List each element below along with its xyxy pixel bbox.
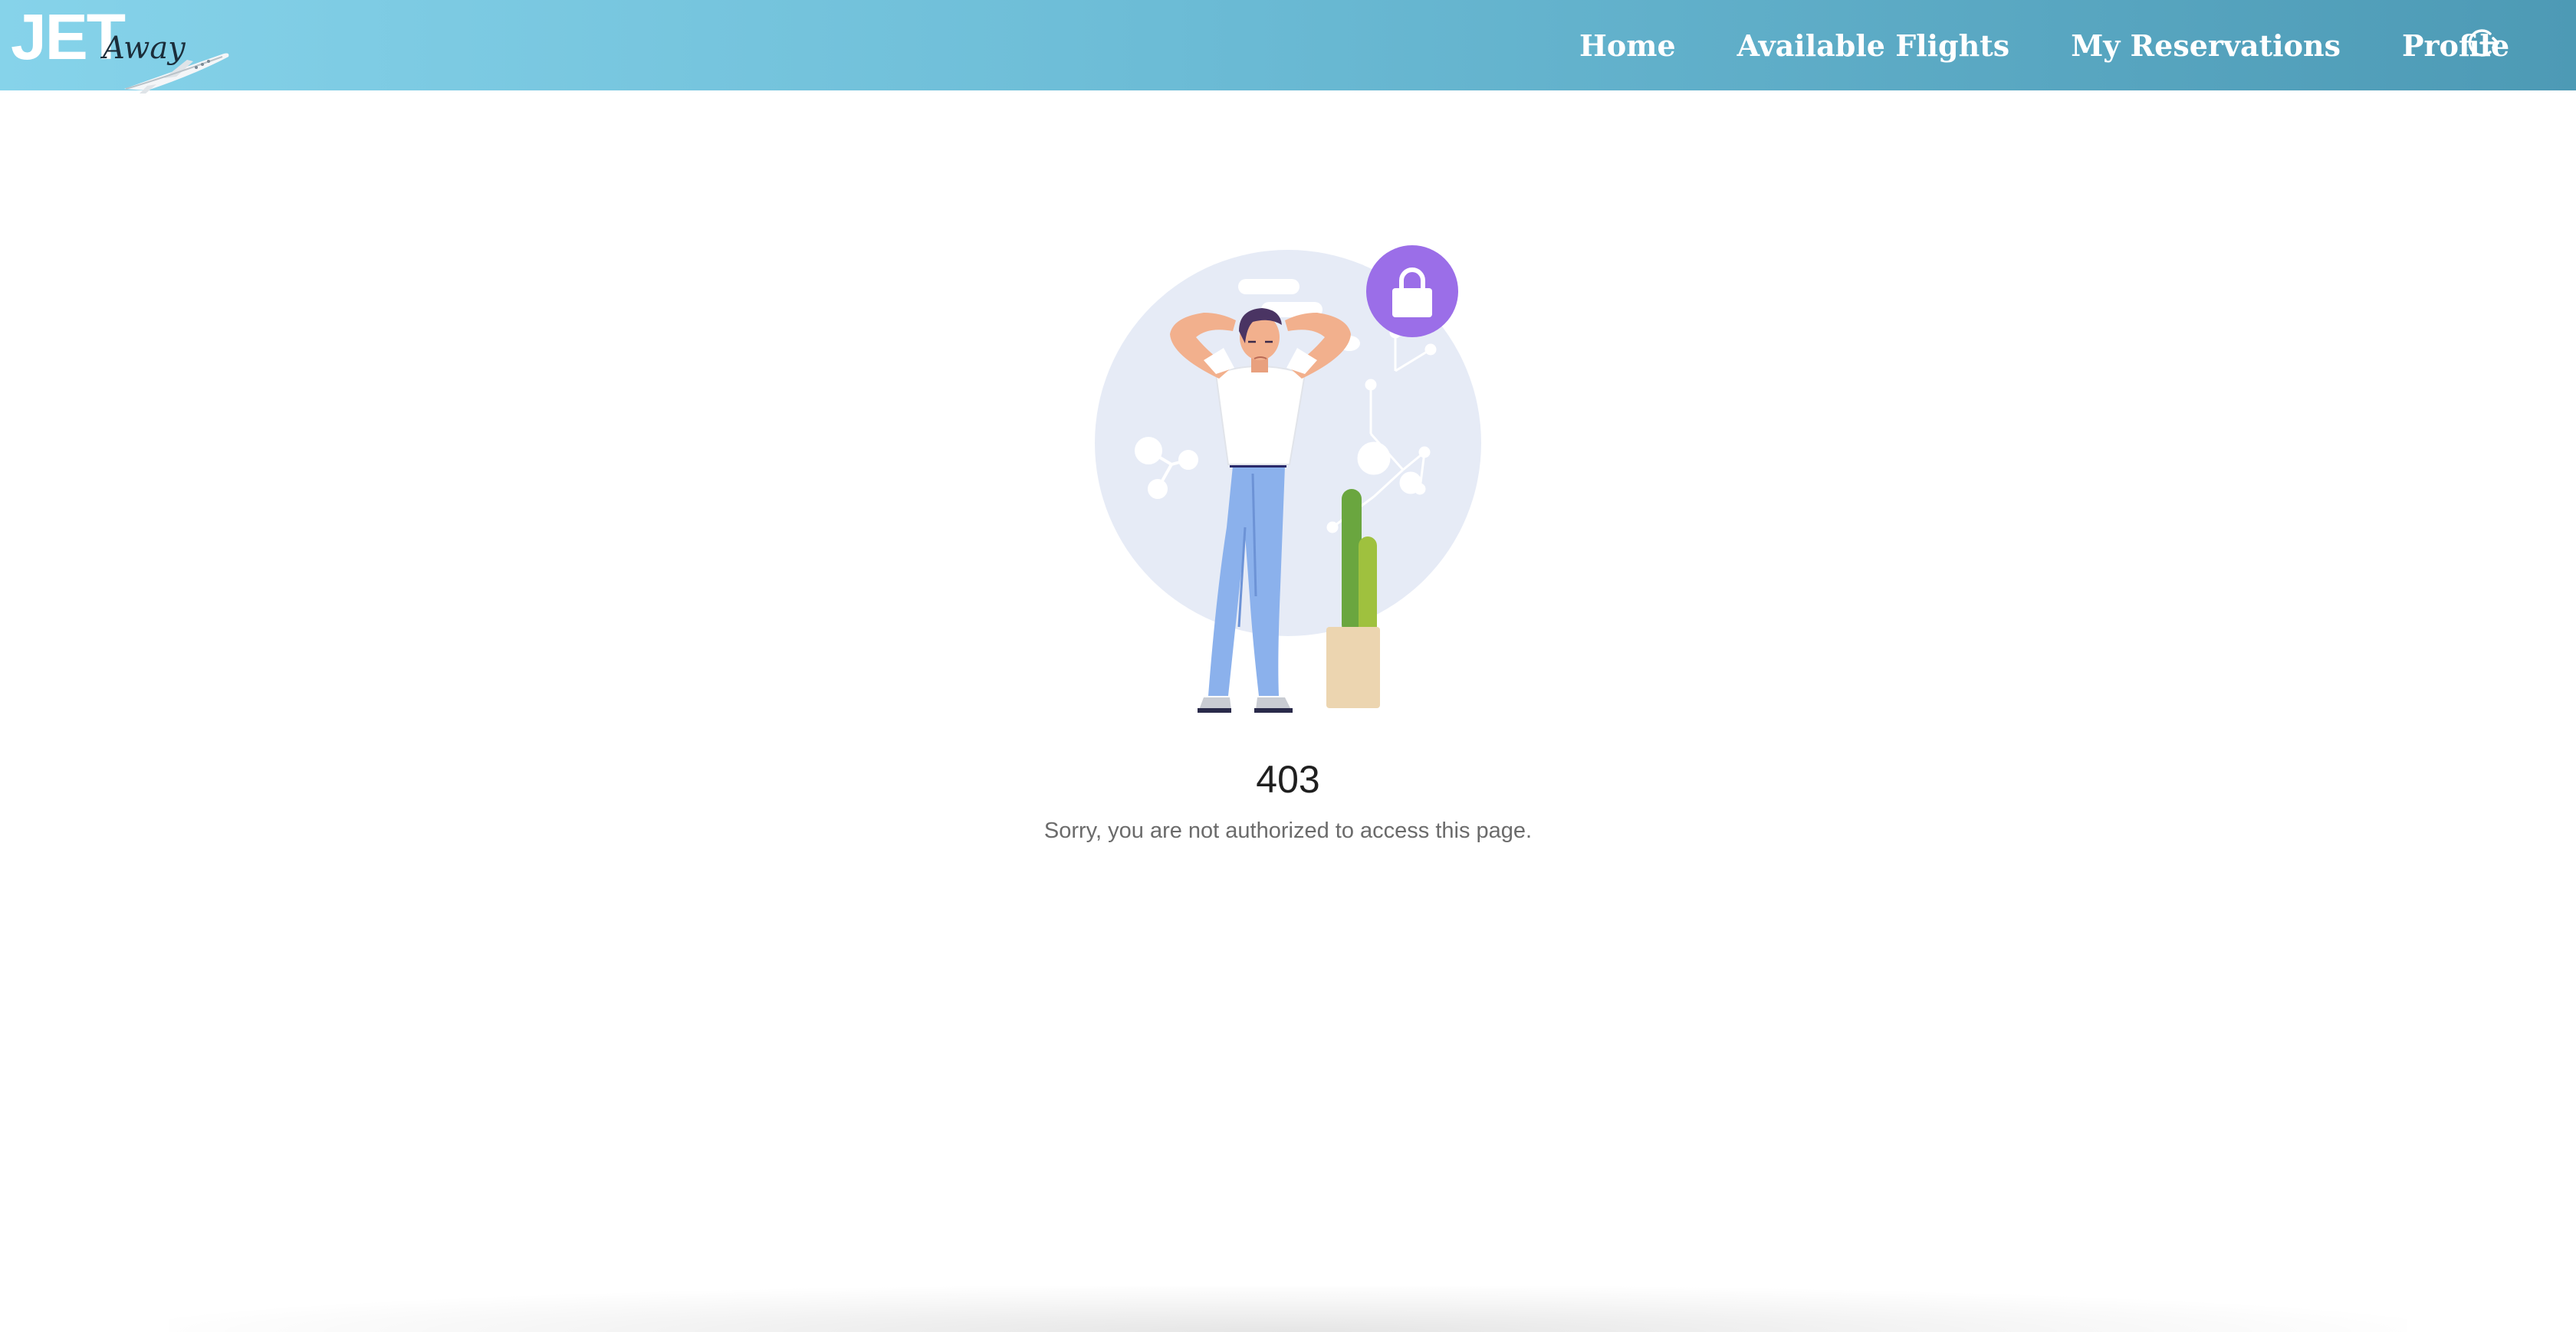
status-message: Sorry, you are not authorized to access … xyxy=(1043,819,1533,843)
footer-shadow xyxy=(169,1286,2407,1332)
main-nav: Home Available Flights My Reservations P… xyxy=(1579,0,2571,90)
main-content: 403 Sorry, you are not authorized to acc… xyxy=(0,90,2576,1332)
logout-button[interactable] xyxy=(2467,26,2501,60)
brand-logo[interactable]: JET Away xyxy=(11,5,229,94)
status-code: 403 xyxy=(1256,758,1320,801)
navbar: JET Away Home Available Flights My Reser… xyxy=(0,0,2576,94)
logout-icon xyxy=(2468,29,2499,57)
nav-my-reservations[interactable]: My Reservations xyxy=(2071,28,2341,63)
nav-home[interactable]: Home xyxy=(1579,28,1676,63)
nav-available-flights[interactable]: Available Flights xyxy=(1737,28,2010,63)
unauthorized-illustration xyxy=(1095,245,1481,713)
logo-text-script: Away xyxy=(103,31,186,66)
